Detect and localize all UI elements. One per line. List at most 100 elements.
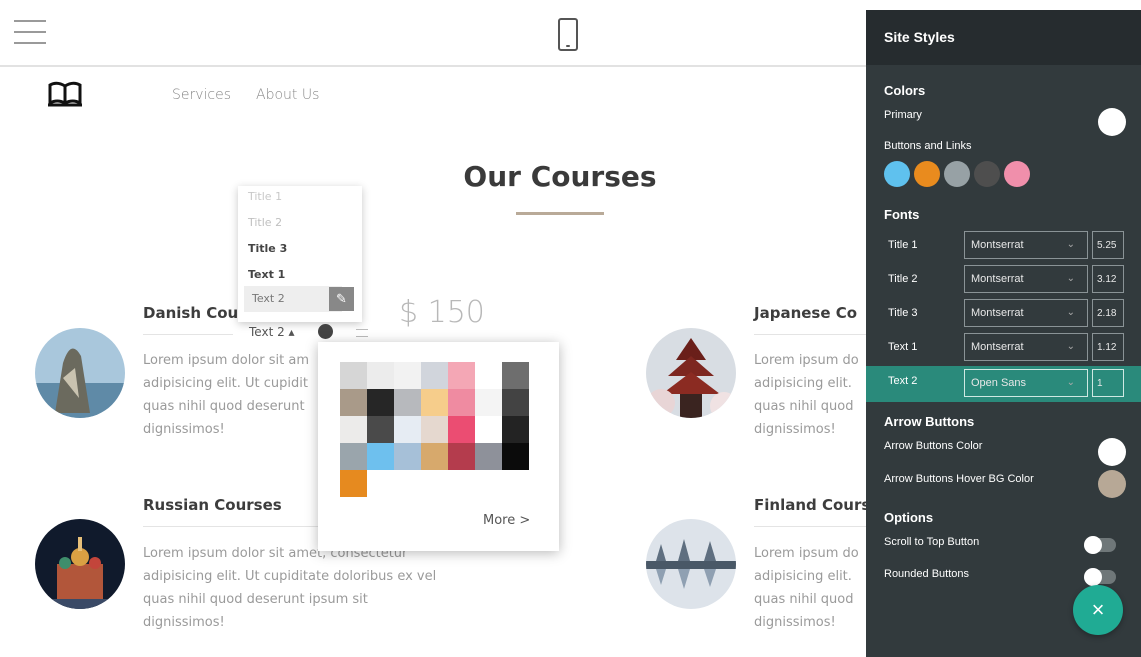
color-swatch[interactable] bbox=[340, 389, 367, 416]
title-underline bbox=[516, 212, 604, 215]
color-swatch[interactable] bbox=[502, 362, 529, 389]
scroll-top-label: Scroll to Top Button bbox=[884, 536, 980, 548]
color-swatch[interactable] bbox=[475, 362, 502, 389]
mobile-preview-icon[interactable] bbox=[558, 18, 578, 51]
arrow-hover-color-swatch[interactable] bbox=[1098, 470, 1126, 498]
font-label-title-2: Title 2 bbox=[888, 273, 918, 285]
fonts-heading: Fonts bbox=[884, 207, 920, 222]
arrow-hover-label: Arrow Buttons Hover BG Color bbox=[884, 473, 1034, 485]
chevron-down-icon: ⌄ bbox=[1066, 377, 1075, 388]
color-swatch[interactable] bbox=[448, 389, 475, 416]
color-swatch[interactable] bbox=[421, 416, 448, 443]
course-divider bbox=[143, 334, 233, 335]
font-size-input-text-1[interactable]: 1.12 bbox=[1092, 333, 1124, 361]
color-swatch[interactable] bbox=[475, 389, 502, 416]
color-swatch[interactable] bbox=[502, 389, 529, 416]
style-option-title-1[interactable]: Title 1 bbox=[248, 190, 282, 203]
link-color-swatch[interactable] bbox=[914, 161, 940, 187]
link-color-swatch[interactable] bbox=[974, 161, 1000, 187]
color-swatch[interactable] bbox=[340, 416, 367, 443]
menu-icon[interactable] bbox=[14, 20, 46, 46]
font-family-select-title-1[interactable]: Montserrat ⌄ bbox=[964, 231, 1088, 259]
font-size-input-title-2[interactable]: 3.12 bbox=[1092, 265, 1124, 293]
color-swatch[interactable] bbox=[340, 443, 367, 470]
font-family-select-text-2[interactable]: Open Sans ⌄ bbox=[964, 369, 1088, 397]
color-swatch[interactable] bbox=[421, 389, 448, 416]
font-size-input-title-3[interactable]: 2.18 bbox=[1092, 299, 1124, 327]
color-swatch[interactable] bbox=[340, 362, 367, 389]
chevron-down-icon: ⌄ bbox=[1066, 341, 1075, 352]
color-swatch[interactable] bbox=[448, 362, 475, 389]
scroll-top-toggle[interactable] bbox=[1084, 536, 1116, 554]
course-description-finland: Lorem ipsum do adipisicing elit. quas nihi… bbox=[754, 546, 859, 630]
course-title-finland: Finland Cours bbox=[754, 496, 871, 514]
section-title: Our Courses bbox=[463, 160, 657, 193]
nav-link-services[interactable]: Services bbox=[172, 87, 231, 103]
color-swatch[interactable] bbox=[340, 470, 367, 497]
primary-label: Primary bbox=[884, 109, 922, 121]
color-swatch[interactable] bbox=[448, 416, 475, 443]
course-image-finland bbox=[646, 519, 736, 609]
site-styles-panel: Site Styles Colors Primary Buttons and L… bbox=[866, 10, 1141, 657]
link-color-swatch[interactable] bbox=[944, 161, 970, 187]
color-swatch[interactable] bbox=[367, 389, 394, 416]
color-swatch[interactable] bbox=[448, 443, 475, 470]
font-family-select-text-1[interactable]: Montserrat ⌄ bbox=[964, 333, 1088, 361]
chevron-down-icon: ⌄ bbox=[1066, 239, 1075, 250]
close-icon[interactable]: × bbox=[1073, 585, 1123, 635]
arrow-color-swatch[interactable] bbox=[1098, 438, 1126, 466]
buttons-links-label: Buttons and Links bbox=[884, 140, 972, 152]
color-swatch[interactable] bbox=[394, 389, 421, 416]
style-option-title-2[interactable]: Title 2 bbox=[248, 216, 282, 229]
course-divider bbox=[754, 526, 866, 527]
color-picker-popup: More > bbox=[318, 342, 559, 551]
arrow-buttons-heading: Arrow Buttons bbox=[884, 414, 975, 429]
text-style-toggle[interactable]: Text 2 ▴ bbox=[249, 325, 295, 339]
editor-topbar bbox=[0, 0, 866, 67]
style-option-text-2[interactable]: Text 2 bbox=[244, 286, 342, 312]
font-label-text-2: Text 2 bbox=[888, 375, 918, 387]
font-family-select-title-2[interactable]: Montserrat ⌄ bbox=[964, 265, 1088, 293]
text-color-button[interactable] bbox=[318, 324, 333, 339]
course-description-danish: Lorem ipsum dolor sit am adipisicing elit… bbox=[143, 353, 309, 437]
rounded-buttons-toggle[interactable] bbox=[1084, 568, 1116, 586]
color-swatch[interactable] bbox=[475, 416, 502, 443]
link-color-swatch[interactable] bbox=[1004, 161, 1030, 187]
arrow-color-label: Arrow Buttons Color bbox=[884, 440, 983, 452]
color-swatch[interactable] bbox=[502, 443, 529, 470]
panel-title: Site Styles bbox=[884, 29, 955, 45]
course-image-russian bbox=[35, 519, 125, 609]
color-swatch[interactable] bbox=[421, 443, 448, 470]
course-image-danish bbox=[35, 328, 125, 418]
color-swatch[interactable] bbox=[367, 443, 394, 470]
font-size-input-text-2[interactable]: 1 bbox=[1092, 369, 1124, 397]
chevron-down-icon: ⌄ bbox=[1066, 273, 1075, 284]
color-swatch[interactable] bbox=[394, 416, 421, 443]
color-swatch[interactable] bbox=[367, 362, 394, 389]
options-heading: Options bbox=[884, 510, 934, 525]
book-logo-icon[interactable] bbox=[47, 81, 83, 107]
align-icon[interactable] bbox=[356, 329, 368, 337]
course-price: $ 150 bbox=[399, 295, 485, 330]
link-color-swatch[interactable] bbox=[884, 161, 910, 187]
color-swatch[interactable] bbox=[394, 443, 421, 470]
primary-color-swatch[interactable] bbox=[1098, 108, 1126, 136]
course-divider bbox=[754, 334, 866, 335]
rounded-buttons-label: Rounded Buttons bbox=[884, 568, 970, 580]
edit-pencil-icon[interactable]: ✎ bbox=[329, 287, 354, 311]
font-family-select-title-3[interactable]: Montserrat ⌄ bbox=[964, 299, 1088, 327]
color-swatch[interactable] bbox=[475, 443, 502, 470]
font-label-text-1: Text 1 bbox=[888, 341, 918, 353]
color-swatch[interactable] bbox=[367, 416, 394, 443]
style-option-text-1[interactable]: Text 1 bbox=[248, 268, 285, 281]
font-label-title-1: Title 1 bbox=[888, 239, 918, 251]
color-swatch[interactable] bbox=[394, 362, 421, 389]
font-size-input-title-1[interactable]: 5.25 bbox=[1092, 231, 1124, 259]
course-title-japanese: Japanese Co bbox=[754, 304, 858, 322]
color-swatch[interactable] bbox=[502, 416, 529, 443]
style-option-title-3[interactable]: Title 3 bbox=[248, 242, 287, 255]
more-colors-link[interactable]: More > bbox=[483, 513, 530, 528]
nav-link-about[interactable]: About Us bbox=[256, 87, 319, 103]
colors-heading: Colors bbox=[884, 83, 926, 98]
color-swatch[interactable] bbox=[421, 362, 448, 389]
